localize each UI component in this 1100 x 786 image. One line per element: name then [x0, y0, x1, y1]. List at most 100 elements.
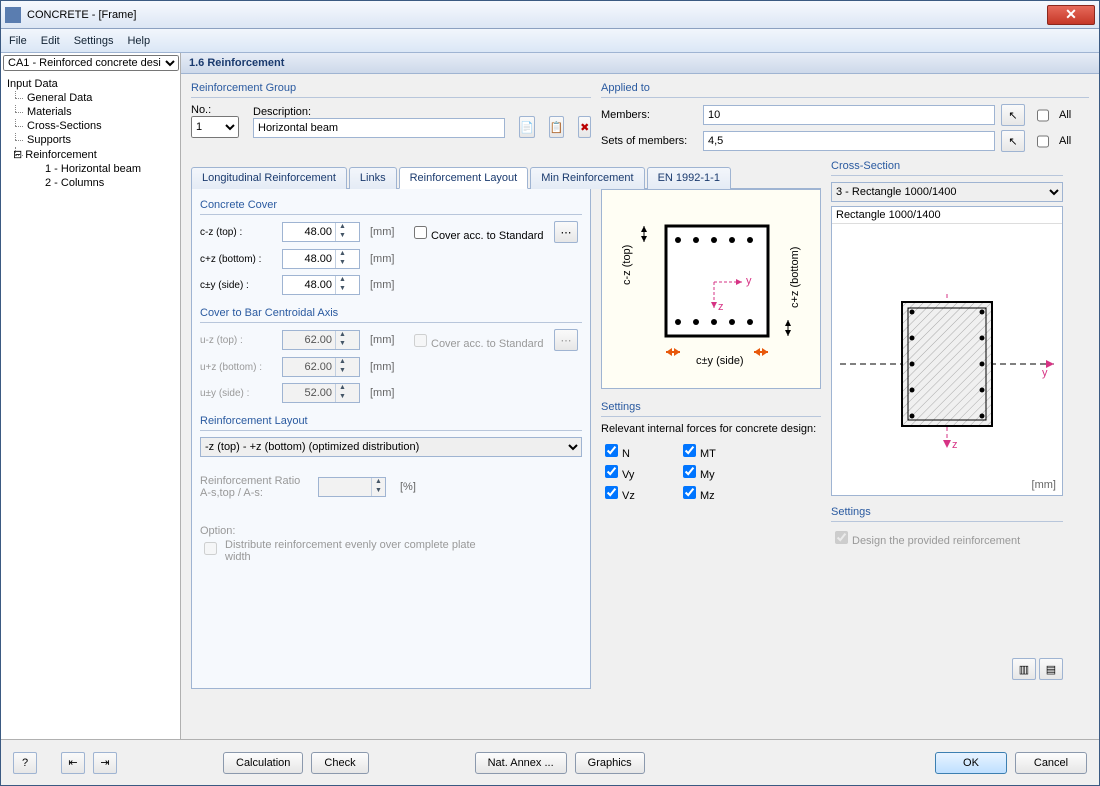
- members-all-chk[interactable]: [1037, 109, 1049, 122]
- chk-mt[interactable]: MT: [679, 441, 749, 460]
- cs-tool2-icon[interactable]: ▤: [1039, 658, 1063, 680]
- tab-layout[interactable]: Reinforcement Layout: [399, 167, 529, 189]
- cover-standard-chk-row[interactable]: Cover acc. to Standard: [410, 223, 550, 242]
- nav-next-icon[interactable]: ⇥: [93, 752, 117, 774]
- tree-reinf-1[interactable]: 1 - Horizontal beam: [7, 162, 174, 176]
- group-settings-forces: Settings: [601, 399, 821, 417]
- tab-en[interactable]: EN 1992-1-1: [647, 167, 731, 189]
- group-layout: Reinforcement Layout: [200, 413, 582, 431]
- svg-text:y: y: [1042, 367, 1048, 379]
- group-concrete-cover: Concrete Cover: [200, 197, 582, 215]
- group-applied-to: Applied to: [601, 80, 1089, 98]
- graphics-button[interactable]: Graphics: [575, 752, 645, 774]
- label-ratio: Reinforcement Ratio A-s,top / A-s:: [200, 475, 310, 499]
- layout-select[interactable]: -z (top) - +z (bottom) (optimized distri…: [200, 437, 582, 457]
- label-members: Members:: [601, 109, 697, 121]
- menu-edit[interactable]: Edit: [41, 35, 60, 47]
- uzp-bot-input: ▲▼: [282, 357, 360, 377]
- label-czp-bot: c+z (bottom) :: [200, 254, 278, 265]
- nav-tree: Input Data General Data Materials Cross-…: [1, 73, 180, 194]
- label-no: No.:: [191, 104, 239, 116]
- chk-my[interactable]: My: [679, 462, 749, 481]
- cover-info-icon[interactable]: ⋯: [554, 221, 578, 243]
- tree-input-data[interactable]: Input Data: [7, 77, 174, 91]
- tree-reinf-2[interactable]: 2 - Columns: [7, 176, 174, 190]
- delete-icon[interactable]: ✖: [578, 116, 591, 138]
- tree-general-data[interactable]: General Data: [7, 91, 174, 105]
- pick-sets-icon[interactable]: ↖: [1001, 130, 1025, 152]
- cs-unit: [mm]: [1032, 479, 1056, 491]
- tab-bar: Longitudinal Reinforcement Links Reinfor…: [191, 166, 821, 189]
- uz-top-input: ▲▼: [282, 330, 360, 350]
- cz-top-input[interactable]: ▲▼: [282, 222, 360, 242]
- option-distribute-chk: Distribute reinforcement evenly over com…: [200, 539, 582, 563]
- label-cz-top: c-z (top) :: [200, 227, 278, 238]
- chk-mz[interactable]: Mz: [679, 483, 749, 502]
- no-select[interactable]: 1: [191, 116, 239, 138]
- description-input[interactable]: [253, 118, 505, 138]
- cs-tool1-icon[interactable]: ▥: [1012, 658, 1036, 680]
- ratio-unit: [%]: [400, 481, 416, 493]
- svg-text:y: y: [746, 275, 752, 287]
- cancel-button[interactable]: Cancel: [1015, 752, 1087, 774]
- annex-button[interactable]: Nat. Annex ...: [475, 752, 567, 774]
- members-input[interactable]: [703, 105, 995, 125]
- sets-all-chk[interactable]: [1037, 135, 1049, 148]
- pick-members-icon[interactable]: ↖: [1001, 104, 1025, 126]
- copy-icon[interactable]: 📋: [549, 116, 565, 138]
- unit-mm: [mm]: [370, 226, 406, 238]
- help-icon[interactable]: ?: [13, 752, 37, 774]
- menu-file[interactable]: File: [9, 35, 27, 47]
- chk-vz[interactable]: Vz: [601, 483, 671, 502]
- cy-side-input[interactable]: ▲▼: [282, 275, 360, 295]
- centroid-info-icon[interactable]: ⋯: [554, 329, 578, 351]
- uy-side-input: ▲▼: [282, 383, 360, 403]
- calc-button[interactable]: Calculation: [223, 752, 303, 774]
- sidebar: CA1 - Reinforced concrete desi Input Dat…: [1, 53, 181, 739]
- label-description: Description:: [253, 106, 505, 118]
- titlebar: CONCRETE - [Frame] ✕: [1, 1, 1099, 29]
- tree-materials[interactable]: Materials: [7, 105, 174, 119]
- close-button[interactable]: ✕: [1047, 5, 1095, 25]
- svg-text:c+z (bottom): c+z (bottom): [789, 247, 801, 308]
- label-members-all: All: [1059, 109, 1089, 121]
- cover-diagram-svg: y z c±y (side): [602, 190, 822, 390]
- tree-cross-sections[interactable]: Cross-Sections: [7, 119, 174, 133]
- cs-select[interactable]: 3 - Rectangle 1000/1400: [831, 182, 1063, 202]
- label-cy-side: c±y (side) :: [200, 280, 278, 291]
- label-forces-subtitle: Relevant internal forces for concrete de…: [601, 423, 821, 435]
- chk-vy[interactable]: Vy: [601, 462, 671, 481]
- tab-links[interactable]: Links: [349, 167, 397, 189]
- group-centroidal-axis: Cover to Bar Centroidal Axis: [200, 305, 582, 323]
- window-title: CONCRETE - [Frame]: [27, 9, 1047, 21]
- cs-diagram: Rectangle 1000/1400 y z: [831, 206, 1063, 496]
- label-sets-all: All: [1059, 135, 1089, 147]
- menu-settings[interactable]: Settings: [74, 35, 114, 47]
- tree-reinforcement[interactable]: ⊟ Reinforcement: [7, 147, 174, 162]
- tab-min[interactable]: Min Reinforcement: [530, 167, 644, 189]
- tab-longitudinal[interactable]: Longitudinal Reinforcement: [191, 167, 347, 189]
- group-cross-section: Cross-Section: [831, 158, 1063, 176]
- svg-text:z: z: [952, 439, 958, 451]
- new-icon[interactable]: 📄: [519, 116, 535, 138]
- label-sets: Sets of members:: [601, 135, 697, 147]
- ratio-input: ▲▼: [318, 477, 386, 497]
- label-option: Option:: [200, 525, 582, 537]
- chk-n[interactable]: N: [601, 441, 671, 460]
- svg-text:c±y (side): c±y (side): [696, 355, 744, 367]
- footer: ? ⇤ ⇥ Calculation Check Nat. Annex ... G…: [1, 739, 1099, 785]
- menu-help[interactable]: Help: [127, 35, 150, 47]
- label-uzp-bot: u+z (bottom) :: [200, 362, 278, 373]
- ok-button[interactable]: OK: [935, 752, 1007, 774]
- group-reinforcement-group: Reinforcement Group: [191, 80, 591, 98]
- label-uy-side: u±y (side) :: [200, 388, 278, 399]
- group-cs-settings: Settings: [831, 504, 1063, 522]
- check-button[interactable]: Check: [311, 752, 368, 774]
- sets-input[interactable]: [703, 131, 995, 151]
- tree-supports[interactable]: Supports: [7, 133, 174, 147]
- svg-text:z: z: [718, 301, 724, 313]
- page-title: 1.6 Reinforcement: [181, 53, 1099, 74]
- case-selector[interactable]: CA1 - Reinforced concrete desi: [3, 55, 179, 71]
- nav-prev-icon[interactable]: ⇤: [61, 752, 85, 774]
- czp-bot-input[interactable]: ▲▼: [282, 249, 360, 269]
